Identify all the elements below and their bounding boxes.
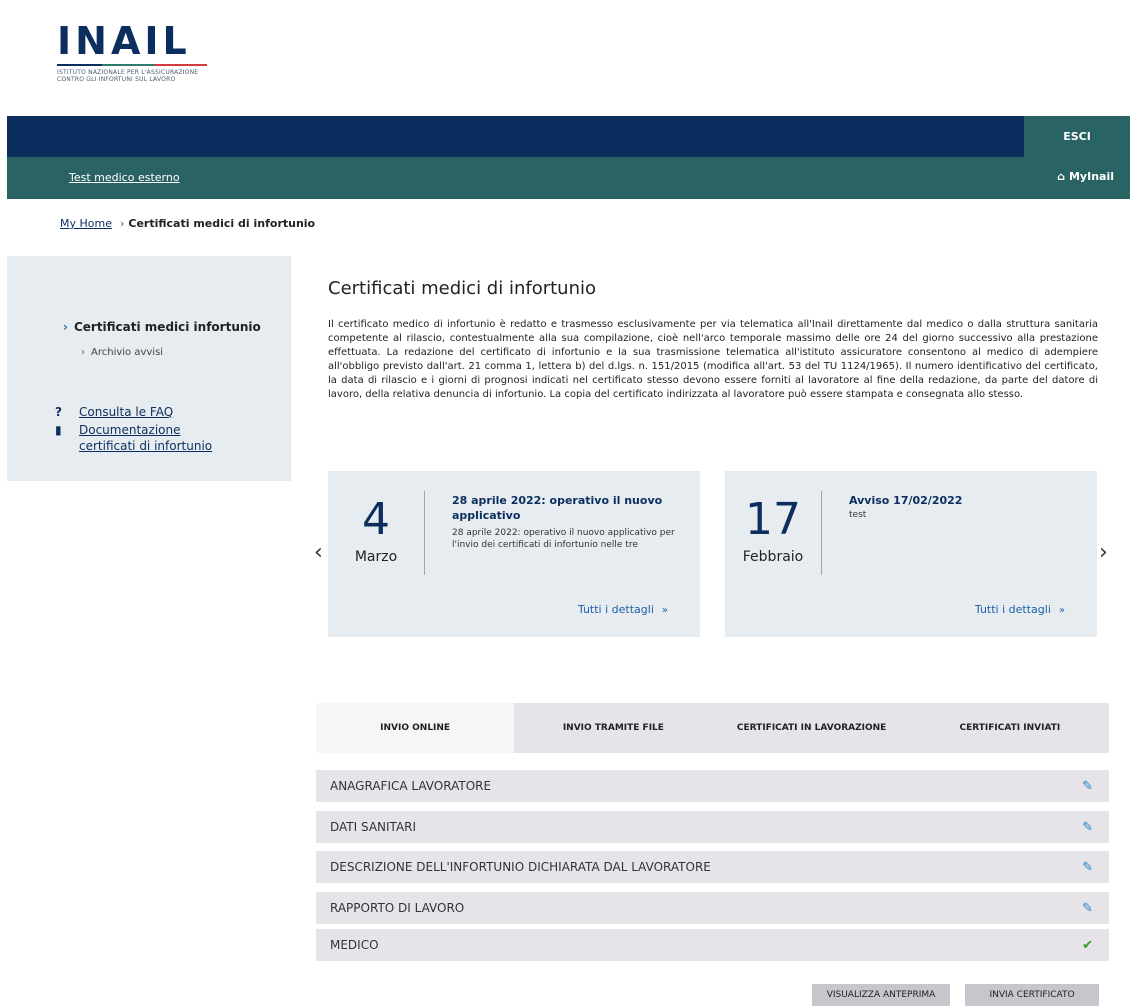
tab-certificati-in-lavorazione[interactable]: CERTIFICATI IN LAVORAZIONE: [713, 703, 911, 753]
myinail-label: MyInail: [1068, 170, 1114, 183]
preview-button[interactable]: VISUALIZZA ANTEPRIMA: [812, 984, 950, 1006]
news-details-link[interactable]: Tutti i dettagli »: [975, 603, 1065, 616]
section-label: RAPPORTO DI LAVORO: [330, 901, 465, 915]
section-label: ANAGRAFICA LAVORATORE: [330, 779, 492, 793]
edit-icon[interactable]: ✎: [1082, 820, 1093, 835]
edit-icon[interactable]: ✎: [1082, 860, 1093, 875]
tab-invio-online[interactable]: INVIO ONLINE: [316, 703, 515, 753]
section-label: DATI SANITARI: [330, 820, 417, 834]
news-body: test: [849, 510, 867, 520]
section-descrizione-infortunio[interactable]: DESCRIZIONE DELL'INFORTUNIO DICHIARATA D…: [316, 851, 1109, 883]
tab-bar: INVIO ONLINE INVIO TRAMITE FILE CERTIFIC…: [316, 703, 1109, 753]
sidebar-item-label: Archivio avvisi: [91, 347, 164, 358]
tab-certificati-inviati[interactable]: CERTIFICATI INVIATI: [911, 703, 1109, 753]
section-label: MEDICO: [330, 938, 379, 952]
chevron-right-icon: ›: [119, 217, 125, 230]
news-day: 4: [362, 494, 390, 545]
section-anagrafica-lavoratore[interactable]: ANAGRAFICA LAVORATORE ✎: [316, 770, 1109, 802]
news-card: 17 Febbraio Avviso 17/02/2022 test Tutti…: [725, 471, 1097, 637]
logo-stripe: [57, 64, 207, 66]
check-icon: ✔: [1082, 937, 1093, 953]
book-icon: ▮: [55, 423, 62, 437]
sidebar: › Certificati medici infortunio › Archivio…: [7, 256, 291, 481]
section-rapporto-di-lavoro[interactable]: RAPPORTO DI LAVORO ✎: [316, 892, 1109, 924]
documentation-link[interactable]: Documentazione certificati di infortunio: [79, 422, 239, 454]
breadcrumb-current: Certificati medici di infortunio: [128, 217, 316, 230]
faq-link[interactable]: Consulta le FAQ: [79, 405, 173, 419]
myinail-link[interactable]: ⌂ MyInail: [1057, 170, 1114, 183]
inail-logo: INAIL ISTITUTO NAZIONALE PER L'ASSICURAZ…: [57, 22, 217, 92]
divider: [424, 491, 425, 575]
news-title: Avviso 17/02/2022: [849, 494, 963, 507]
top-bar: [7, 116, 1130, 157]
sidebar-doc: ▮ Documentazione certificati di infortuni…: [55, 422, 239, 454]
news-month: Marzo: [354, 549, 398, 565]
divider: [821, 491, 822, 575]
carousel-prev-icon[interactable]: ‹: [314, 540, 323, 565]
news-body: 28 aprile 2022: operativo il nuovo appli…: [452, 528, 675, 550]
section-label: DESCRIZIONE DELL'INFORTUNIO DICHIARATA D…: [330, 860, 711, 874]
logout-button[interactable]: ESCI: [1024, 116, 1130, 157]
logo-subtitle-line1: ISTITUTO NAZIONALE PER L'ASSICURAZIONE: [57, 69, 199, 76]
section-dati-sanitari[interactable]: DATI SANITARI ✎: [316, 811, 1109, 843]
news-details-label: Tutti i dettagli: [974, 603, 1051, 616]
intro-text: Il certificato medico di infortunio è re…: [328, 319, 1098, 400]
news-details-label: Tutti i dettagli: [577, 603, 654, 616]
news-card: 4 Marzo 28 aprile 2022: operativo il nuo…: [328, 471, 700, 637]
double-chevron-right-icon: »: [1058, 605, 1065, 616]
page-title: Certificati medici di infortunio: [328, 278, 596, 299]
home-icon: ⌂: [1057, 170, 1065, 183]
double-chevron-right-icon: »: [661, 605, 668, 616]
sidebar-item-archivio[interactable]: › Archivio avvisi: [81, 347, 163, 358]
send-certificate-button[interactable]: INVIA CERTIFICATO: [965, 984, 1099, 1006]
sidebar-item-certificati[interactable]: › Certificati medici infortunio: [63, 320, 261, 334]
sidebar-item-label: Certificati medici infortunio: [73, 320, 261, 334]
news-month: Febbraio: [742, 549, 804, 565]
news-day: 17: [745, 494, 801, 545]
sidebar-faq: ? Consulta le FAQ: [55, 405, 173, 419]
news-title: 28 aprile 2022: operativo il nuovo appli…: [452, 494, 663, 522]
tab-invio-tramite-file[interactable]: INVIO TRAMITE FILE: [514, 703, 712, 753]
chevron-right-icon: ›: [63, 320, 68, 334]
logo-subtitle-line2: CONTRO GLI INFORTUNI SUL LAVORO: [57, 76, 176, 83]
question-icon: ?: [55, 405, 62, 419]
logo-wordmark: INAIL: [57, 19, 191, 63]
carousel-next-icon[interactable]: ›: [1099, 540, 1108, 565]
user-name-link[interactable]: Test medico esterno: [69, 171, 180, 184]
edit-icon[interactable]: ✎: [1082, 901, 1093, 916]
breadcrumb-home-link[interactable]: My Home: [60, 217, 112, 230]
logo-subtitle: ISTITUTO NAZIONALE PER L'ASSICURAZIONE C…: [57, 69, 217, 83]
chevron-right-icon: ›: [81, 347, 85, 358]
news-details-link[interactable]: Tutti i dettagli »: [578, 603, 668, 616]
breadcrumb: My Home › Certificati medici di infortunio: [60, 217, 315, 230]
edit-icon[interactable]: ✎: [1082, 779, 1093, 794]
section-medico[interactable]: MEDICO ✔: [316, 929, 1109, 961]
